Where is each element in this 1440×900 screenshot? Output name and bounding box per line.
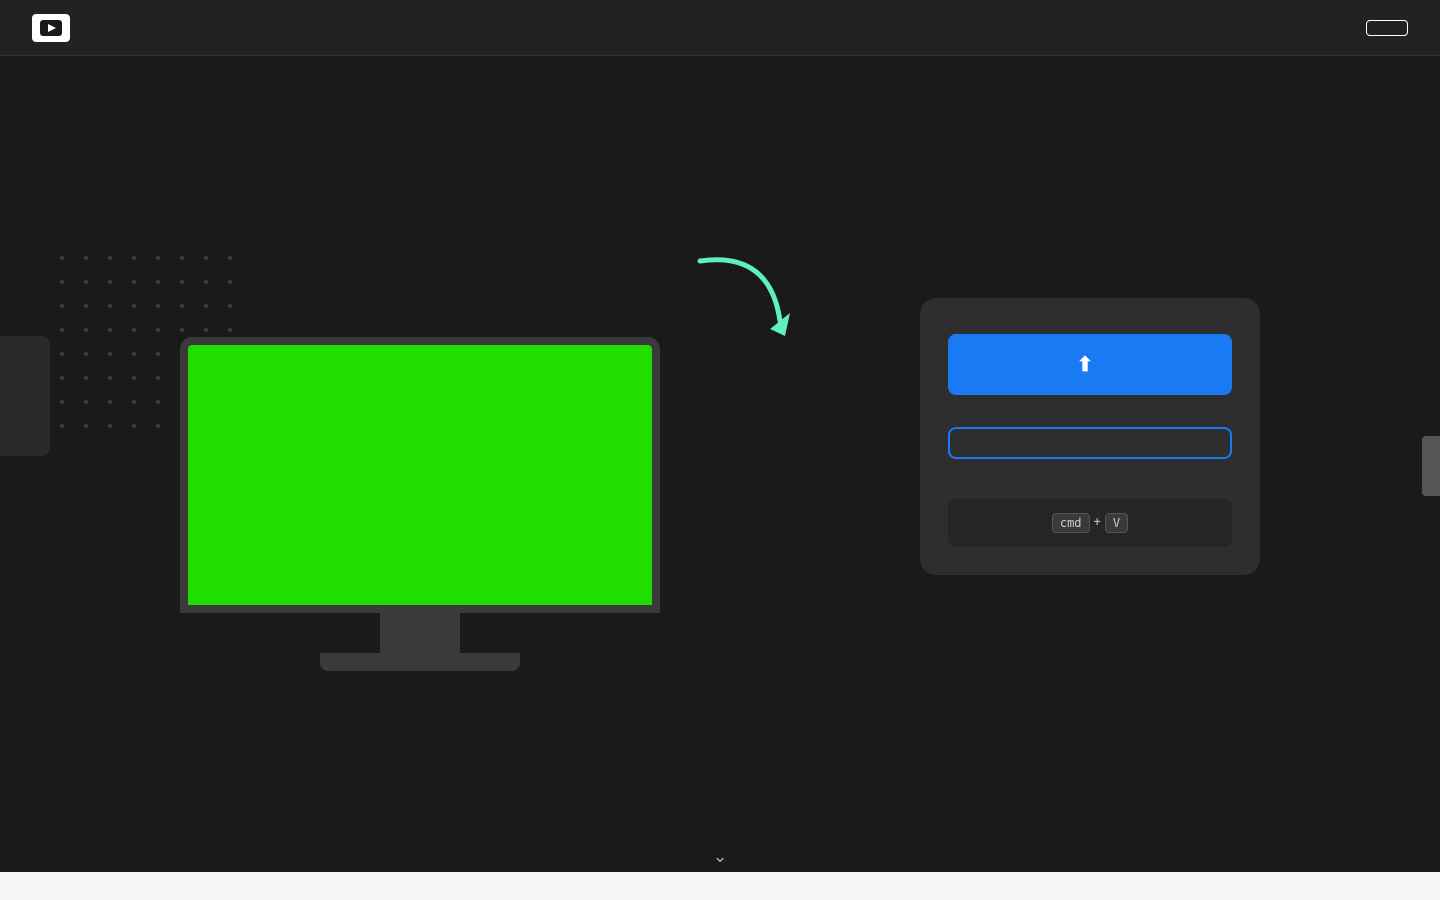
arrow-decoration [690,251,810,351]
paste-area: cmd + V [948,499,1232,547]
hero-section: const dp = document.querySelector('.dot-… [0,56,1440,816]
left-panel-decoration [0,336,50,456]
chevron-down-icon[interactable]: ⌄ [0,846,1440,867]
login-button[interactable] [1366,20,1408,36]
navbar [0,0,1440,56]
kbd-plus: + [1094,515,1101,530]
play-icon [40,20,62,36]
search-gif-button[interactable] [948,427,1232,459]
monitor-stand-base [320,653,520,671]
keyboard-shortcut: cmd + V [1052,513,1128,533]
monitor-stand-neck [380,613,460,653]
monitor-frame [180,337,660,613]
logo-icon [32,14,70,42]
scroll-indicator [1422,436,1440,496]
monitor-illustration [180,337,660,671]
kbd-v: V [1105,513,1128,533]
hero-content-left [180,221,860,671]
upload-icon: ⬆ [1077,352,1094,377]
upload-card: ⬆ cmd + V [920,298,1260,575]
kbd-cmd: cmd [1052,513,1090,533]
upload-button[interactable]: ⬆ [948,334,1232,395]
cookie-banner [0,872,1440,900]
logo[interactable] [32,14,80,42]
monitor-screen [188,345,652,605]
hero-title [180,221,860,297]
hero-content-right: ⬆ cmd + V [920,298,1260,595]
